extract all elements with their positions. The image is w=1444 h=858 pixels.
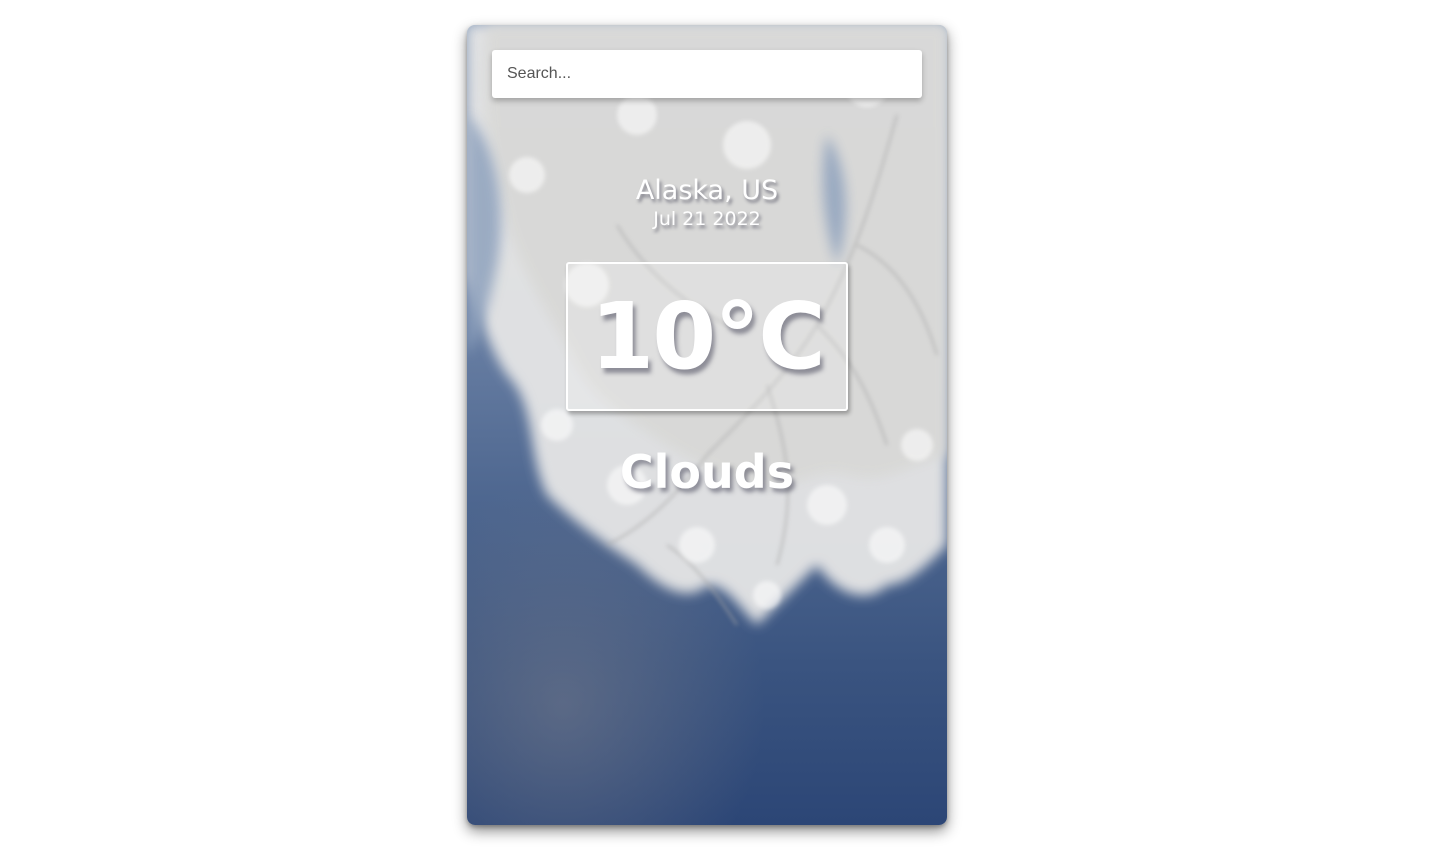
search-input[interactable] [492, 50, 922, 98]
date-text: Jul 21 2022 [653, 208, 761, 230]
weather-condition: Clouds [619, 445, 795, 499]
page: Alaska, US Jul 21 2022 10°C Clouds [0, 0, 1444, 858]
frosted-tree-background [467, 25, 947, 626]
location-name: Alaska, US [635, 175, 779, 206]
temperature-box: 10°C [566, 262, 848, 411]
weather-card: Alaska, US Jul 21 2022 10°C Clouds [467, 25, 947, 825]
temperature-value: 10°C [590, 282, 826, 390]
